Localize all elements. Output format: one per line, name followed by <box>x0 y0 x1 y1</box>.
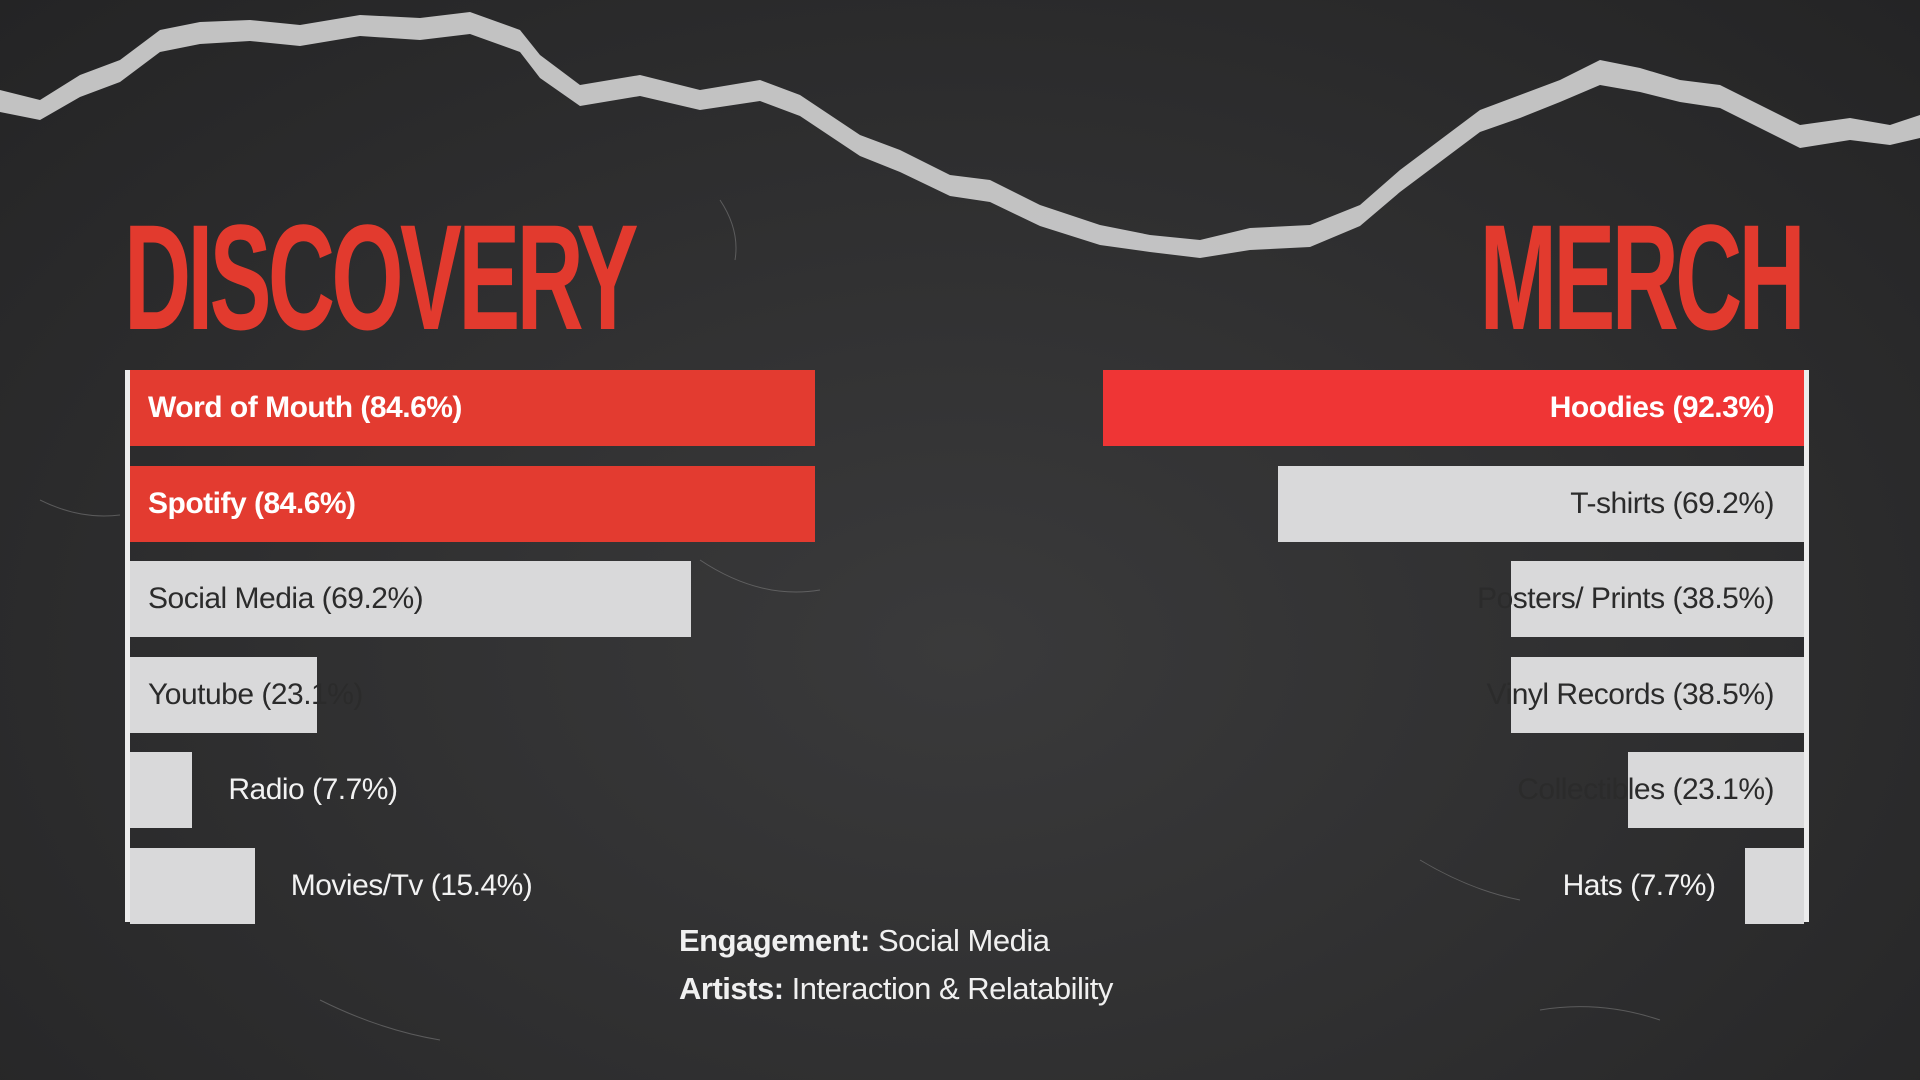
merch-bar-hats <box>1745 847 1804 924</box>
merch-bar-label: Posters/ Prints (38.5%) <box>1477 582 1774 615</box>
merch-bar-label: Vinyl Records (38.5%) <box>1486 677 1775 711</box>
merch-bar-label: Collectibles (23.1%) <box>1517 773 1774 806</box>
merch-axis-line <box>1804 370 1809 922</box>
discovery-bar-label: Movies/Tv (15.4%) <box>290 868 533 902</box>
merch-bar-label: Hats (7.7%) <box>1562 868 1716 902</box>
engagement-note: Engagement: Social Media <box>679 923 1050 959</box>
discovery-bar-label: Word of Mouth (84.6%) <box>148 391 462 424</box>
discovery-bar-label: Social Media (69.2%) <box>148 582 424 615</box>
discovery-bar-movies-tv <box>130 847 255 924</box>
discovery-title: DISCOVERY <box>124 193 639 361</box>
engagement-label: Engagement: <box>679 923 870 958</box>
merch-bar-label: T-shirts (69.2%) <box>1570 486 1774 520</box>
merch-title: MERCH <box>1479 193 1806 361</box>
artists-label: Artists: <box>679 971 784 1006</box>
merch-bar-chart: Hoodies (92.3%) T-shirts (69.2%) Posters/ … <box>1090 370 1804 924</box>
artists-note: Artists: Interaction & Relatability <box>679 971 1113 1007</box>
discovery-bar-radio <box>130 752 193 828</box>
discovery-bar-label: Spotify (84.6%) <box>148 486 356 520</box>
engagement-value: Social Media <box>869 923 1050 958</box>
discovery-bar-chart: Word of Mouth (84.6%) Spotify (84.6%) Soci… <box>130 370 890 924</box>
discovery-bar-label: Youtube (23.1%) <box>148 677 363 711</box>
discovery-bar-label: Radio (7.7%) <box>228 773 398 806</box>
merch-bar-label: Hoodies (92.3%) <box>1549 391 1775 424</box>
artists-value: Interaction & Relatability <box>783 971 1114 1006</box>
